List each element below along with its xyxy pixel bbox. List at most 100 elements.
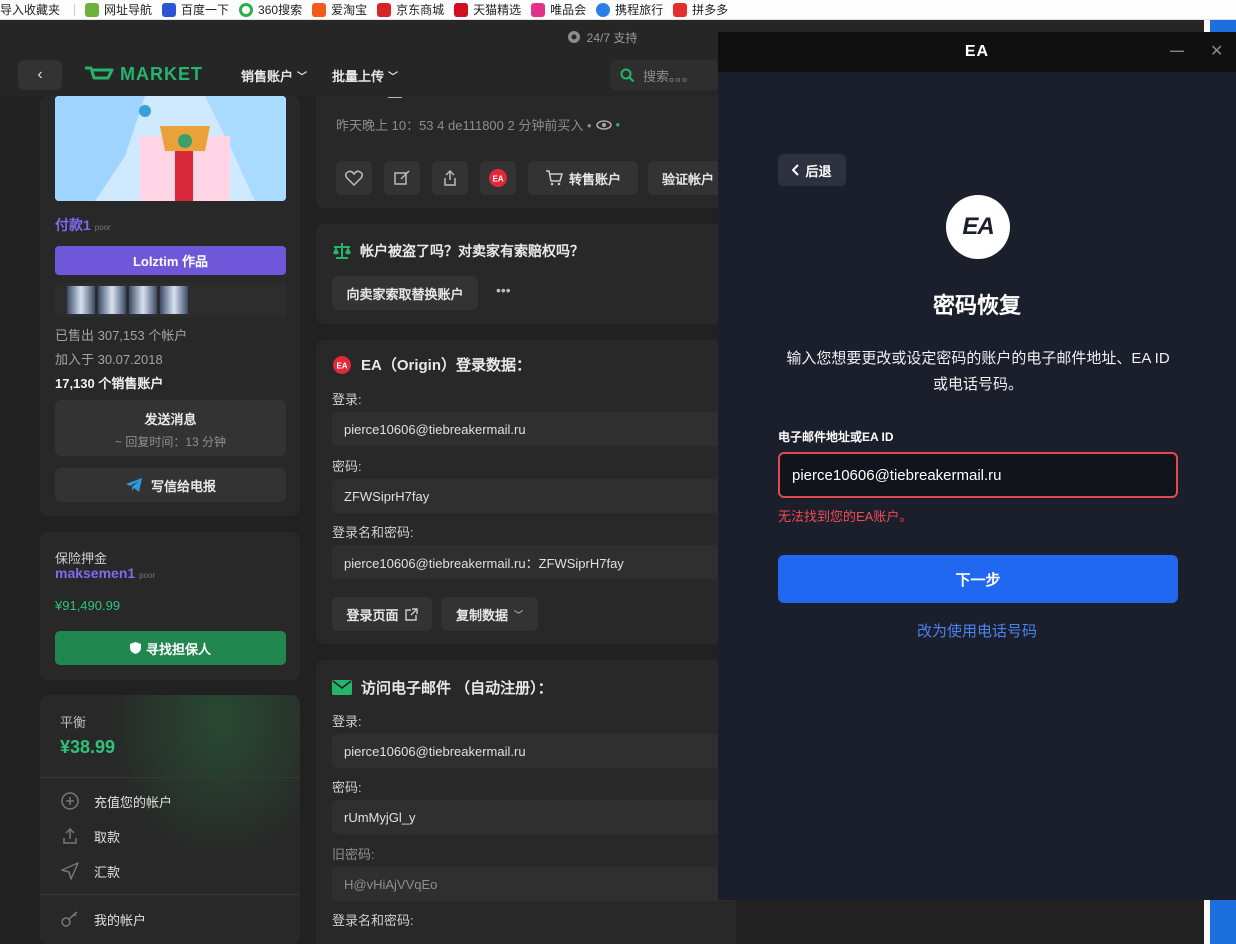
bookmark-item[interactable]: 天猫精选 xyxy=(454,0,531,20)
seller-rank-tag: poor xyxy=(94,223,111,232)
badge-icon[interactable] xyxy=(129,286,157,314)
request-replacement-button[interactable]: 向卖家索取替换账户 xyxy=(332,276,478,310)
external-link-icon xyxy=(404,607,418,621)
login-field[interactable]: pierce10606@tiebreakermail.ru xyxy=(332,412,736,446)
bookmark-item[interactable]: 爱淘宝 xyxy=(312,0,377,20)
pinduoduo-icon xyxy=(673,2,688,17)
edit-button[interactable] xyxy=(384,161,420,195)
balance-card: 平衡 ¥38.99 充值您的帐户 取款 汇款 我的帐户 xyxy=(40,695,300,944)
ea-button[interactable]: EA xyxy=(480,161,516,195)
old-password-value: H@vHiAjVVqEo xyxy=(344,876,438,892)
seller-badges xyxy=(55,283,286,317)
more-options-icon[interactable]: ••• xyxy=(496,282,511,298)
combo-field[interactable]: pierce10606@tiebreakermail.ru：ZFWSiprH7f… xyxy=(332,545,736,579)
email-login-field[interactable]: pierce10606@tiebreakermail.ru xyxy=(332,734,736,768)
seller-name-link[interactable]: 付款1 xyxy=(55,215,91,235)
online-dot: • xyxy=(615,117,621,132)
ea-password-recovery-window: EA — ✕ 后退 EA 密码恢复 输入您想要更改或设定密码的账户的电子邮件地址… xyxy=(718,32,1236,900)
ea-email-input[interactable]: pierce10606@tiebreakermail.ru xyxy=(778,452,1178,498)
ea-login-header: EA EA（Origin）登录数据： xyxy=(332,354,531,375)
favorite-button[interactable] xyxy=(336,161,372,195)
ea-description: 输入您想要更改或设定密码的账户的电子邮件地址、EA ID 或电话号码。 xyxy=(786,350,1170,393)
menu-withdraw[interactable]: 取款 xyxy=(60,826,120,846)
upload-icon xyxy=(63,827,77,844)
menu-top-up[interactable]: 充值您的帐户 xyxy=(60,791,172,811)
ea-email-value: pierce10606@tiebreakermail.ru xyxy=(792,466,1002,484)
badge-icon[interactable] xyxy=(98,286,126,314)
stolen-question-text: 帐户被盗了吗？对卖家有索赔权吗？ xyxy=(360,243,584,259)
badge-icon[interactable] xyxy=(67,286,95,314)
find-guarantor-button[interactable]: 寻找担保人 xyxy=(55,631,286,665)
market-logo[interactable]: MARKET xyxy=(84,64,203,85)
verify-label: 验证帐户 xyxy=(661,171,714,187)
find-guarantor-label: 寻找担保人 xyxy=(145,641,211,657)
bookmark-item[interactable]: 京东商城 xyxy=(377,0,454,20)
search-input[interactable]: 搜索。。。 xyxy=(610,60,720,90)
bookmarks-bar: 导入收藏夹 网址导航 百度一下 360搜索 爱淘宝 京东商城 天猫精选 唯品会 … xyxy=(0,0,1236,20)
request-replacement-label: 向卖家索取替换账户 xyxy=(346,286,464,302)
login-value: pierce10606@tiebreakermail.ru xyxy=(344,421,526,437)
send-message-button[interactable]: 发送消息 ~ 回复时间：13 分钟 xyxy=(55,400,286,456)
bookmark-item[interactable]: 携程旅行 xyxy=(596,0,673,20)
svg-text:EA: EA xyxy=(492,175,503,184)
jd-icon xyxy=(377,2,392,17)
seller-selling-count[interactable]: 17,130 个销售账户 xyxy=(55,373,163,392)
telegram-button[interactable]: 写信给电报 xyxy=(55,468,286,502)
use-phone-link[interactable]: 改为使用电话号码 xyxy=(718,620,1236,641)
ea-error-message: 无法找到您的EA账户。 xyxy=(778,509,913,524)
bookmark-label: 360搜索 xyxy=(258,3,303,17)
bookmark-item[interactable]: 百度一下 xyxy=(162,0,239,20)
share-button[interactable] xyxy=(432,161,468,195)
bookmark-item[interactable]: 360搜索 xyxy=(239,0,312,20)
search-icon xyxy=(620,68,635,82)
tmall-icon xyxy=(454,2,469,17)
divider xyxy=(40,894,300,895)
copy-data-label: 复制数据 xyxy=(455,607,508,623)
copy-data-button[interactable]: 复制数据 ﹀ xyxy=(441,597,538,631)
login-page-button[interactable]: 登录页面 xyxy=(332,597,432,631)
edit-icon xyxy=(394,170,410,185)
ea-red-icon: EA xyxy=(333,355,351,374)
menu-my-account[interactable]: 我的帐户 xyxy=(60,909,146,929)
password-field[interactable]: ZFWSiprH7fay xyxy=(332,479,736,513)
bookmark-item[interactable]: 网址导航 xyxy=(85,0,162,20)
banner-text: Lolztim 作品 xyxy=(132,254,209,269)
badge-icon[interactable] xyxy=(160,286,188,314)
scales-icon xyxy=(333,243,351,259)
email-login-label: 登录: xyxy=(332,714,362,729)
reply-time: ~ 回复时间：13 分钟 xyxy=(114,435,227,449)
verify-button[interactable]: 验证帐户 xyxy=(648,161,728,195)
nav-sell-accounts[interactable]: 销售账户 ﹀ xyxy=(241,66,307,85)
seller-avatar[interactable] xyxy=(55,96,286,201)
nav-bulk-upload[interactable]: 批量上传 ﹀ xyxy=(332,66,398,85)
old-password-field[interactable]: H@vHiAjVVqEo xyxy=(332,867,736,901)
ea-logo: EA xyxy=(946,195,1010,259)
ea-window-title: EA xyxy=(964,43,990,60)
resell-button[interactable]: 转售账户 xyxy=(528,161,638,195)
back-arrow-icon: ‹ xyxy=(37,66,43,83)
minimize-icon[interactable]: — xyxy=(1170,42,1185,58)
anime-avatar-image xyxy=(55,96,286,201)
ea-login-title: EA（Origin）登录数据： xyxy=(361,357,532,374)
nav-label: 销售账户 xyxy=(241,69,294,84)
nav-label: 批量上传 xyxy=(332,69,385,84)
menu-transfer[interactable]: 汇款 xyxy=(60,861,120,881)
seller-joined-date: 加入于 30.07.2018 xyxy=(55,352,163,367)
guarantee-user-link[interactable]: maksemen1 xyxy=(55,565,135,581)
360-search-icon xyxy=(239,2,254,17)
bookmark-item[interactable]: 唯品会 xyxy=(531,0,596,20)
ea-next-button[interactable]: 下一步 xyxy=(778,555,1178,603)
close-icon[interactable]: ✕ xyxy=(1210,41,1224,61)
ctrip-icon xyxy=(596,2,611,17)
bookmark-item[interactable]: 拼多多 xyxy=(673,0,738,20)
purchase-info: 昨天晚上 10：53 4 de111800 2 分钟前买入 • • xyxy=(336,115,620,134)
eye-icon[interactable] xyxy=(595,119,612,130)
telegram-icon xyxy=(125,478,142,492)
email-password-field[interactable]: rUmMyjGl_y xyxy=(332,800,736,834)
ea-back-button[interactable]: 后退 xyxy=(778,154,846,186)
back-button[interactable]: ‹ xyxy=(18,60,62,90)
bookmark-import[interactable]: 导入收藏夹 xyxy=(0,0,70,20)
email-combo-label: 登录名和密码: xyxy=(332,913,414,928)
bookmark-label: 网址导航 xyxy=(104,3,153,17)
password-value: ZFWSiprH7fay xyxy=(344,488,430,504)
